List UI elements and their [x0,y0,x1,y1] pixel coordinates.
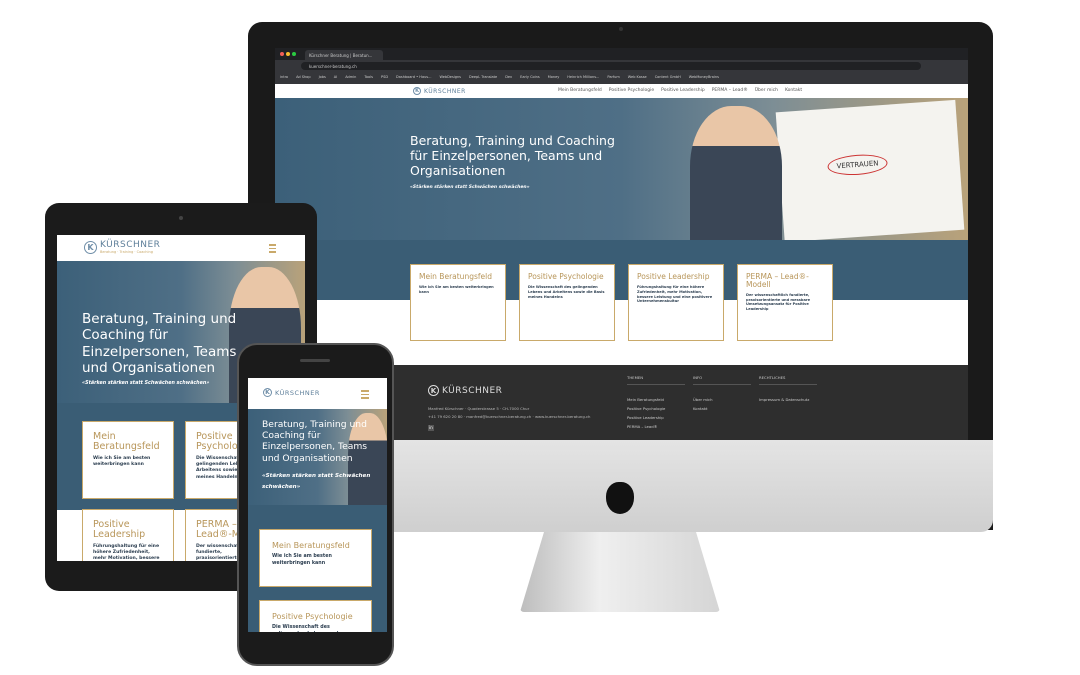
browser-tabbar: Kürschner Beratung | Beratun... [275,48,968,60]
window-controls[interactable] [280,52,296,56]
footer-contact: +41 79 620 20 80 · manfred@kuerschner-be… [428,414,591,419]
bookmark-item[interactable]: PSD [381,75,388,81]
bookmark-item[interactable]: Dev [505,75,512,81]
card-text: Die Wissenschaft des gelingenden Lebens … [528,284,605,299]
card-title: Positive Psychologie [272,612,353,621]
hero-quote: «Stärken stärken statt Schwächen schwäch… [82,381,210,386]
address-bar[interactable]: kuerschner-beratung.ch [275,60,968,72]
card-title: Mein Beratungsfeld [272,541,350,550]
bookmark-item[interactable]: AI [334,75,337,81]
nav-item[interactable]: Positive Psychologie [609,88,654,93]
bookmark-item[interactable]: Web Kasse [628,75,647,81]
hero-title: Beratung, Training und Coaching für Einz… [262,419,368,464]
tablet-camera [179,216,183,220]
bookmark-item[interactable]: Dashboard • Haus... [396,75,431,81]
imac-camera [619,27,623,31]
bookmark-item[interactable]: Jobs [319,75,326,81]
bookmark-item[interactable]: Admin [345,75,356,81]
phone-header: K KÜRSCHNER [248,378,387,409]
tablet-header: K KÜRSCHNER Beratung · Training · Coaching [57,235,305,261]
footer-column-heading: THEMEN [627,375,685,385]
hero-quote: «Stärken stärken statt Schwächen schwäch… [410,185,530,190]
url-field[interactable]: kuerschner-beratung.ch [301,62,921,70]
card-text: Der wissenschaftlich fundierte, praxisor… [746,292,811,312]
footer-column: RECHTLICHES Impressum & Datenschutz [759,375,817,406]
hero-section: VERTRAUEN Beratung, Training und Coachin… [275,98,968,243]
hero-quote: «Stärken stärken statt Schwächen schwäch… [262,473,371,490]
card-title: Mein Beratungsfeld [419,272,492,281]
footer-logo: K KÜRSCHNER [428,385,502,396]
feature-card[interactable]: Positive Psychologie Die Wissenschaft des… [259,600,372,632]
nav-item[interactable]: Über mich [755,88,778,93]
card-text: Die Wissenschaft des gelingenden Lebens … [272,625,338,632]
apple-logo-icon [606,482,634,514]
footer-link[interactable]: Positive Leadership [627,415,685,420]
bookmark-item[interactable]: Tools [364,75,373,81]
nav-item[interactable]: Positive Leadership [661,88,705,93]
site-logo[interactable]: K KÜRSCHNER [263,388,320,397]
footer-link[interactable]: Impressum & Datenschutz [759,397,817,402]
bookmark-item[interactable]: WebDesigns [439,75,461,81]
feature-card[interactable]: Positive Psychologie Die Wissenschaft des… [519,264,615,341]
hero-section: Beratung, Training und Coaching für Einz… [248,409,387,505]
card-title: Positive Psychologie [528,272,604,281]
footer-link[interactable]: Kontakt [693,406,751,411]
footer-address: Manfred Kürschner · Quaderstrasse 5 · CH… [428,406,530,411]
card-title: Positive Leadership [93,519,146,540]
footer-column: INFO Über mich Kontakt [693,375,751,415]
card-title: Positive Leadership [637,272,710,281]
feature-card[interactable]: Mein Beratungsfeld Wie ich Sie am besten … [259,529,372,587]
bookmark-item[interactable]: Early Coins [520,75,540,81]
site-logo[interactable]: K KÜRSCHNER Beratung · Training · Coaching [84,240,160,254]
bookmark-item[interactable]: Ad Shop [296,75,310,81]
bookmarks-bar: intro Ad Shop Jobs AI Admin Tools PSD Dashboard… [275,72,968,84]
phone-screen: K KÜRSCHNER Beratung, Training und Coachi… [248,378,387,632]
main-nav: Mein Beratungsfeld Positive Psychologie Po… [558,88,802,93]
menu-icon[interactable] [269,244,276,253]
bookmark-item[interactable]: Heinrich Millions... [567,75,599,81]
bookmark-item[interactable]: DeepL Translate [469,75,497,81]
phone-speaker [300,359,330,362]
bookmark-item[interactable]: Money [548,75,560,81]
card-text: Wie ich Sie am besten weiterbringen kann [272,554,332,566]
whiteboard: VERTRAUEN [775,99,965,243]
footer-column-heading: INFO [693,375,751,385]
feature-card[interactable]: Mein Beratungsfeld Wie ich Sie am besten … [410,264,506,341]
feature-card[interactable]: Positive Leadership Führungshaltung für e… [628,264,724,341]
feature-card[interactable]: Positive Leadership Führungshaltung für e… [82,509,174,561]
bookmark-item[interactable]: intro [280,75,288,81]
card-text: Wie ich Sie am besten weiterbringen kann [419,284,494,294]
cards-band [275,240,968,300]
bookmark-item[interactable]: WebMoneyBrains [689,75,719,81]
bookmark-item[interactable]: Parfum [607,75,619,81]
imac-stand [520,532,720,612]
bookmark-item[interactable]: Content GmbH [655,75,681,81]
card-text: Führungshaltung für eine höhere Zufriede… [637,284,713,304]
hero-title: Beratung, Training und Coaching für Einz… [82,311,237,377]
hero-title: Beratung, Training und Coaching für Einz… [410,133,615,178]
footer-column-heading: RECHTLICHES [759,375,817,385]
footer-link[interactable]: Über mich [693,397,751,402]
card-title: Mein Beratungsfeld [93,431,160,452]
nav-item[interactable]: Kontakt [785,88,802,93]
hero-portrait [690,106,782,240]
footer-link[interactable]: Mein Beratungsfeld [627,397,685,402]
footer-column: THEMEN Mein Beratungsfeld Positive Psychol… [627,375,685,433]
footer-link[interactable]: PERMA – Lead® [627,424,685,429]
site-header: K KÜRSCHNER Mein Beratungsfeld Positive Ps… [275,84,968,98]
nav-item[interactable]: Mein Beratungsfeld [558,88,602,93]
menu-icon[interactable] [361,390,369,399]
nav-item[interactable]: PERMA – Lead® [712,88,748,93]
browser-tab[interactable]: Kürschner Beratung | Beratun... [305,50,383,60]
linkedin-icon[interactable]: in [428,425,434,431]
card-text: Führungshaltung für eine höhere Zufriede… [93,543,160,561]
footer-link[interactable]: Positive Psychologie [627,406,685,411]
site-logo[interactable]: K KÜRSCHNER [413,87,466,95]
feature-card[interactable]: Mein Beratungsfeld Wie ich Sie am besten … [82,421,174,499]
card-text: Wie ich Sie am besten weiterbringen kann [93,455,151,468]
card-title: PERMA – Lead®-Modell [746,272,809,289]
feature-card[interactable]: PERMA – Lead®-Modell Der wissenschaftlich… [737,264,833,341]
